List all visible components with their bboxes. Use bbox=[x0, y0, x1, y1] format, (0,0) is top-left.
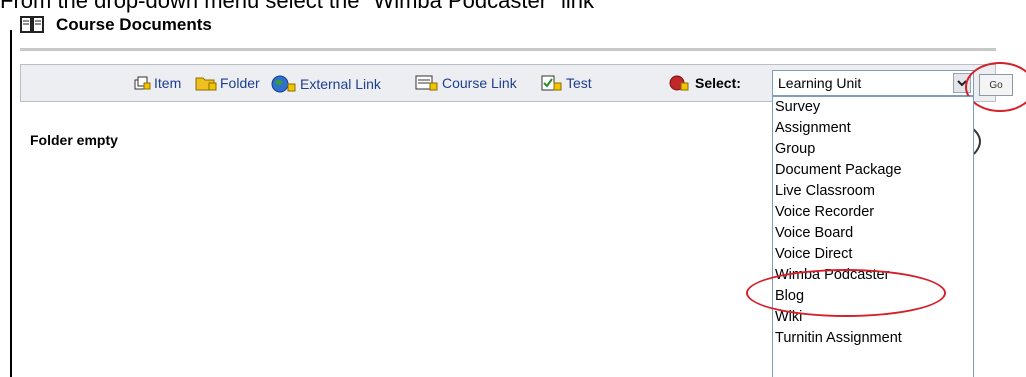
content-type-select[interactable]: Learning Unit bbox=[772, 70, 974, 96]
folder-link[interactable]: Folder bbox=[195, 75, 260, 91]
page-header: Course Documents bbox=[20, 8, 212, 42]
option-assignment[interactable]: Assignment bbox=[773, 118, 851, 138]
select-option-list: Survey Assignment Group Document Package… bbox=[772, 96, 974, 377]
title-divider bbox=[20, 48, 996, 51]
select-label-text: Select: bbox=[695, 75, 741, 91]
course-link-icon bbox=[415, 75, 438, 91]
option-voice-direct[interactable]: Voice Direct bbox=[773, 244, 852, 264]
item-link[interactable]: Item bbox=[133, 75, 181, 91]
empty-folder-text: Folder empty bbox=[30, 132, 118, 148]
option-turnitin-assignment[interactable]: Turnitin Assignment bbox=[773, 328, 902, 348]
wimba-annotation-circle bbox=[746, 269, 946, 317]
selected-value: Learning Unit bbox=[778, 75, 862, 91]
external-link[interactable]: External Link bbox=[271, 75, 381, 93]
option-document-package[interactable]: Document Package bbox=[773, 160, 902, 180]
folder-link-label: Folder bbox=[220, 75, 260, 91]
option-voice-board[interactable]: Voice Board bbox=[773, 223, 853, 243]
book-icon bbox=[20, 16, 44, 33]
option-live-classroom[interactable]: Live Classroom bbox=[773, 181, 875, 201]
test-link[interactable]: Test bbox=[541, 75, 592, 91]
option-survey[interactable]: Survey bbox=[773, 97, 820, 117]
option-voice-recorder[interactable]: Voice Recorder bbox=[773, 202, 874, 222]
test-link-label: Test bbox=[566, 75, 592, 91]
course-link[interactable]: Course Link bbox=[415, 75, 517, 91]
folder-icon bbox=[195, 77, 217, 91]
go-annotation-circle bbox=[965, 62, 1026, 112]
add-select-icon bbox=[669, 75, 689, 91]
page-title: Course Documents bbox=[56, 15, 212, 34]
left-border bbox=[10, 30, 12, 377]
option-group[interactable]: Group bbox=[773, 139, 815, 159]
item-link-label: Item bbox=[154, 75, 182, 91]
external-link-label: External Link bbox=[300, 76, 381, 92]
test-icon bbox=[541, 75, 562, 91]
course-link-label: Course Link bbox=[442, 75, 517, 91]
item-icon bbox=[134, 76, 151, 90]
globe-icon bbox=[271, 75, 296, 93]
select-label: Select: bbox=[669, 75, 741, 91]
